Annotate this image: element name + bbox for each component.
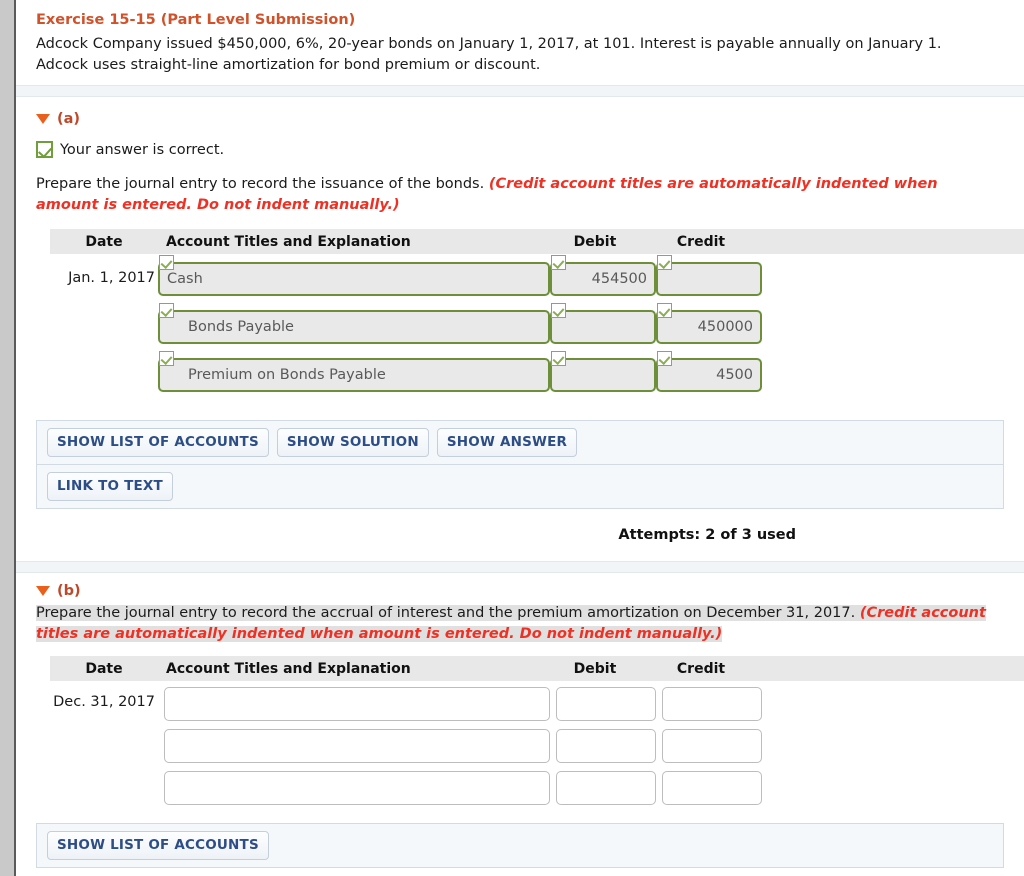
show-solution-button[interactable]: SHOW SOLUTION [276, 428, 429, 458]
account-input[interactable] [164, 771, 550, 806]
credit-field-wrapper [656, 350, 762, 393]
debit-field-wrapper [550, 681, 656, 722]
credit-input[interactable] [662, 687, 762, 722]
part-a-status: Your answer is correct. [16, 127, 1024, 159]
table-row [50, 350, 1024, 398]
correct-check-icon [551, 303, 566, 319]
account-field-wrapper [158, 254, 550, 297]
header-credit: Credit [676, 660, 726, 677]
part-a-section: (a) Your answer is correct. Prepare the … [16, 97, 1024, 544]
part-b-journal-table: Date Account Titles and Explanation Debi… [50, 656, 1024, 807]
credit-field-wrapper [656, 723, 762, 764]
credit-field-wrapper [656, 681, 762, 722]
show-answer-button[interactable]: SHOW ANSWER [436, 428, 578, 458]
table-header-row: Date Account Titles and Explanation Debi… [50, 656, 1024, 682]
debit-field-wrapper [550, 350, 656, 393]
show-list-of-accounts-button[interactable]: SHOW LIST OF ACCOUNTS [47, 428, 269, 458]
credit-field-wrapper [656, 302, 762, 345]
row-date [50, 350, 158, 366]
problem-statement-section: Exercise 15-15 (Part Level Submission) A… [16, 0, 1024, 86]
header-debit: Debit [573, 660, 617, 677]
table-row: Dec. 31, 2017 [50, 681, 1024, 723]
correct-check-icon [657, 351, 672, 367]
account-input[interactable] [158, 310, 550, 345]
part-a-button-bar: SHOW LIST OF ACCOUNTS SHOW SOLUTION SHOW… [36, 420, 1004, 510]
part-b-label: (b) [57, 583, 81, 600]
correct-check-icon [159, 303, 174, 319]
table-row [50, 723, 1024, 765]
part-b-instruction: Prepare the journal entry to record the … [16, 599, 1016, 644]
table-header-row: Date Account Titles and Explanation Debi… [50, 229, 1024, 255]
credit-field-wrapper [656, 765, 762, 806]
debit-input[interactable] [556, 729, 656, 764]
row-date [50, 302, 158, 318]
part-b-header[interactable]: (b) [16, 573, 1024, 599]
part-a-instruction-plain: Prepare the journal entry to record the … [36, 176, 489, 193]
row-date: Dec. 31, 2017 [53, 694, 155, 711]
header-credit: Credit [676, 233, 726, 250]
account-field-wrapper [158, 723, 550, 764]
account-input[interactable] [158, 262, 550, 297]
attempts-counter: Attempts: 2 of 3 used [618, 527, 796, 544]
button-row-1: SHOW LIST OF ACCOUNTS [37, 824, 1003, 867]
section-divider [16, 85, 1024, 98]
correct-check-icon [159, 351, 174, 367]
exercise-page: Exercise 15-15 (Part Level Submission) A… [14, 0, 1024, 876]
correct-check-icon [551, 255, 566, 271]
check-icon [36, 141, 53, 159]
account-input[interactable] [158, 358, 550, 393]
header-account: Account Titles and Explanation [166, 233, 411, 250]
part-a-journal-table: Date Account Titles and Explanation Debi… [50, 229, 1024, 398]
part-b-section: (b) Prepare the journal entry to record … [16, 573, 1024, 869]
button-row-1: SHOW LIST OF ACCOUNTS SHOW SOLUTION SHOW… [37, 421, 1003, 464]
part-a-header[interactable]: (a) [16, 97, 1024, 127]
collapse-triangle-icon[interactable] [36, 114, 50, 125]
table-row: Jan. 1, 2017 [50, 254, 1024, 302]
row-date: Jan. 1, 2017 [68, 270, 155, 287]
credit-input[interactable] [662, 771, 762, 806]
correct-check-icon [657, 255, 672, 271]
show-list-of-accounts-button[interactable]: SHOW LIST OF ACCOUNTS [47, 831, 269, 861]
debit-input[interactable] [556, 771, 656, 806]
exercise-body: Adcock Company issued $450,000, 6%, 20-y… [36, 36, 942, 73]
credit-field-wrapper [656, 254, 762, 297]
table-row [50, 302, 1024, 350]
exercise-title: Exercise 15-15 (Part Level Submission) [36, 12, 356, 28]
account-field-wrapper [158, 350, 550, 393]
part-a-instruction: Prepare the journal entry to record the … [16, 158, 1016, 215]
debit-input[interactable] [556, 687, 656, 722]
part-a-status-text: Your answer is correct. [60, 141, 225, 158]
debit-field-wrapper [550, 765, 656, 806]
table-row [50, 765, 1024, 807]
account-field-wrapper [158, 765, 550, 806]
debit-field-wrapper [550, 302, 656, 345]
debit-field-wrapper [550, 254, 656, 297]
collapse-triangle-icon[interactable] [36, 586, 50, 597]
account-field-wrapper [158, 302, 550, 345]
section-divider [16, 561, 1024, 574]
account-input[interactable] [164, 687, 550, 722]
part-a-label: (a) [57, 111, 81, 128]
correct-check-icon [551, 351, 566, 367]
correct-check-icon [159, 255, 174, 271]
header-account: Account Titles and Explanation [166, 660, 411, 677]
part-b-button-bar: SHOW LIST OF ACCOUNTS [36, 823, 1004, 869]
correct-check-icon [657, 303, 672, 319]
header-date: Date [85, 233, 123, 250]
row-date [50, 723, 158, 736]
header-debit: Debit [573, 233, 617, 250]
account-input[interactable] [164, 729, 550, 764]
part-b-instruction-plain: Prepare the journal entry to record the … [36, 605, 860, 622]
row-date [50, 765, 158, 778]
header-date: Date [85, 660, 123, 677]
debit-field-wrapper [550, 723, 656, 764]
account-field-wrapper [158, 681, 550, 722]
link-to-text-button[interactable]: LINK TO TEXT [47, 472, 173, 502]
button-row-2: LINK TO TEXT [37, 464, 1003, 508]
credit-input[interactable] [662, 729, 762, 764]
